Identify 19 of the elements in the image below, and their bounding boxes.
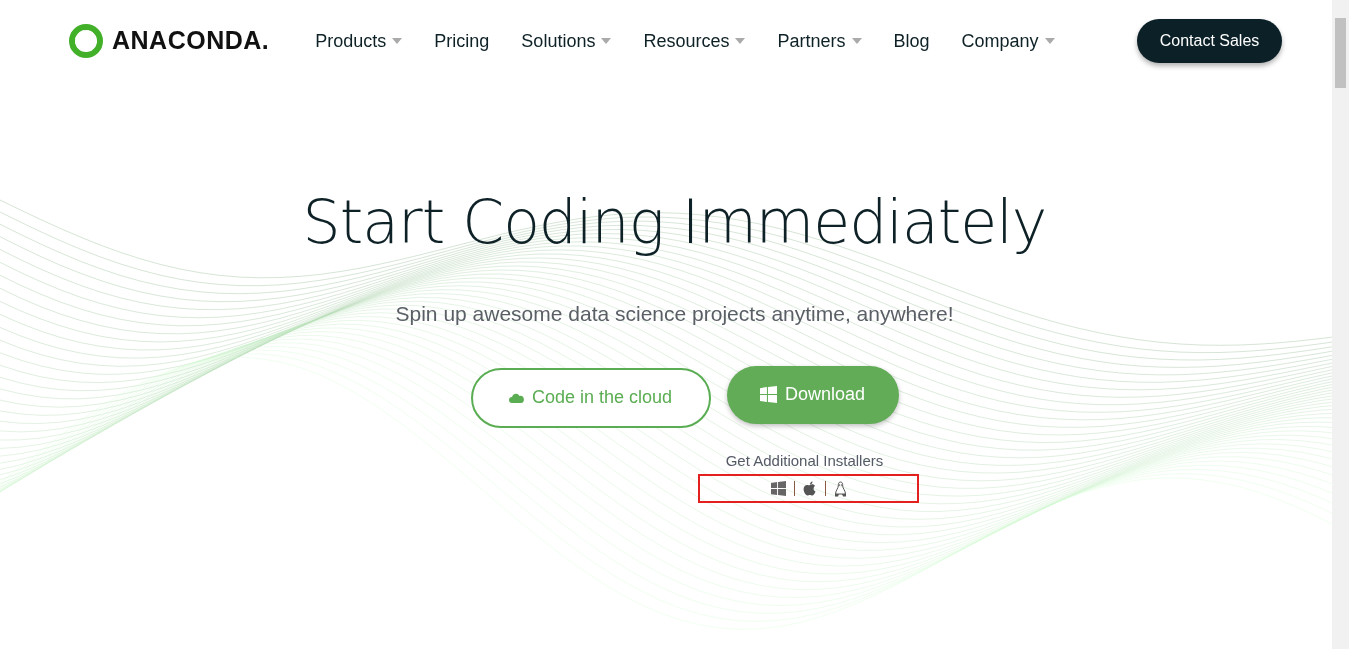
nav-link[interactable]: Solutions [521,27,612,55]
brand-logo-text: ANACONDA. [112,25,270,57]
hero-heading: Start Coding Immediately [301,186,1048,258]
contact-sales-button[interactable]: Contact Sales [1137,19,1282,63]
nav-link[interactable]: Products [315,27,403,55]
cloud-icon [508,392,524,403]
apple-icon[interactable] [802,480,817,497]
nav-link[interactable]: Partners [777,27,862,55]
nav-link[interactable]: Pricing [434,27,490,55]
hero-subtitle: Spin up awesome data science projects anytime, anywhere! [394,301,955,327]
installers-label: Get Additional Installers [724,450,885,471]
nav-link[interactable]: Company [961,27,1055,55]
penguin-icon[interactable] [833,480,847,497]
nav-link[interactable]: Blog [893,27,930,55]
windows-icon[interactable] [770,481,786,496]
nav-link[interactable]: Resources [643,27,746,55]
windows-icon [759,386,777,403]
ring-logo-icon [68,23,104,59]
scrollbar[interactable] [1332,0,1349,649]
